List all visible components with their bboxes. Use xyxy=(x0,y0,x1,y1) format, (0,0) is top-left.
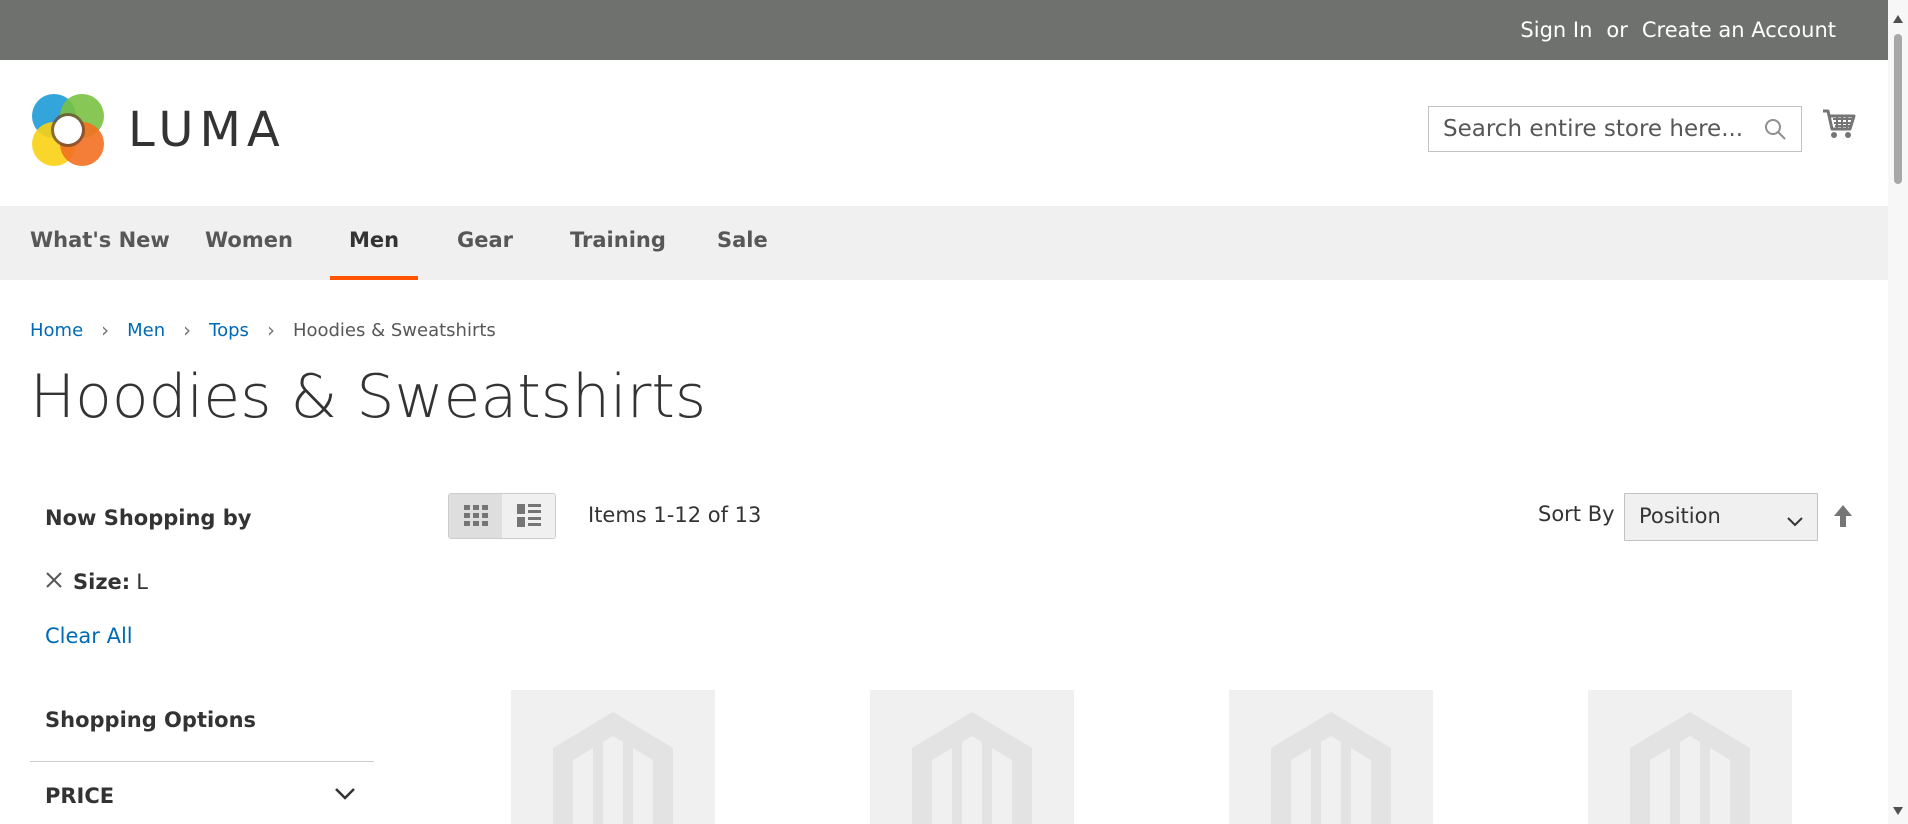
clear-all-link[interactable]: Clear All xyxy=(45,624,133,648)
main-nav: What's New Women Men Gear Training Sale xyxy=(0,206,1888,280)
cart-icon[interactable] xyxy=(1822,108,1856,144)
items-count: Items 1-12 of 13 xyxy=(588,503,762,527)
breadcrumb-current: Hoodies & Sweatshirts xyxy=(292,319,496,341)
product-image-placeholder[interactable] xyxy=(511,690,715,824)
grid-icon xyxy=(463,505,488,526)
sort-by-value: Position xyxy=(1639,504,1721,528)
nav-item-training[interactable]: Training xyxy=(570,206,666,280)
page-title: Hoodies & Sweatshirts xyxy=(30,362,707,432)
magento-placeholder-icon xyxy=(1271,712,1391,824)
breadcrumb: Home › Men › Tops › Hoodies & Sweatshirt… xyxy=(30,318,496,342)
create-account-link[interactable]: Create an Account xyxy=(1642,18,1836,42)
top-bar: Sign In or Create an Account xyxy=(0,0,1888,60)
logo-wordmark: LUMA xyxy=(128,102,286,158)
nav-item-women[interactable]: Women xyxy=(205,206,293,280)
sort-by-label: Sort By xyxy=(1538,502,1615,526)
breadcrumb-tops[interactable]: Tops xyxy=(209,320,249,341)
product-image-placeholder[interactable] xyxy=(1229,690,1433,824)
page-scrollbar[interactable] xyxy=(1888,0,1908,824)
view-mode-switcher xyxy=(448,493,556,539)
magento-placeholder-icon xyxy=(1630,712,1750,824)
product-image-placeholder[interactable] xyxy=(1588,690,1792,824)
shopping-options-title: Shopping Options xyxy=(45,708,257,732)
search-input[interactable] xyxy=(1429,107,1777,151)
list-icon xyxy=(516,504,541,527)
header: LUMA xyxy=(0,60,1888,206)
filter-value: L xyxy=(136,570,148,594)
list-view-button[interactable] xyxy=(502,494,555,538)
active-filter: Size: L xyxy=(45,570,148,594)
scrollbar-thumb[interactable] xyxy=(1894,34,1902,184)
nav-item-men[interactable]: Men xyxy=(330,206,419,280)
grid-view-button[interactable] xyxy=(449,494,502,538)
breadcrumb-separator-icon: › xyxy=(183,318,192,342)
or-text: or xyxy=(1606,18,1628,42)
nav-item-gear[interactable]: Gear xyxy=(457,206,513,280)
search-icon[interactable] xyxy=(1763,117,1787,145)
magento-placeholder-icon xyxy=(912,712,1032,824)
now-shopping-title: Now Shopping by xyxy=(45,506,252,530)
breadcrumb-separator-icon: › xyxy=(101,318,110,342)
filter-label: Size: xyxy=(73,570,131,594)
header-links: Sign In or Create an Account xyxy=(1520,0,1836,60)
sort-direction-arrow-icon[interactable] xyxy=(1833,504,1853,532)
nav-item-whats-new[interactable]: What's New xyxy=(30,206,170,280)
breadcrumb-separator-icon: › xyxy=(266,318,275,342)
luma-logo[interactable]: LUMA xyxy=(30,92,286,168)
sign-in-link[interactable]: Sign In xyxy=(1520,18,1592,42)
search-box xyxy=(1428,106,1802,152)
remove-filter-icon[interactable] xyxy=(45,570,63,594)
magento-placeholder-icon xyxy=(553,712,673,824)
chevron-down-icon xyxy=(334,786,356,805)
breadcrumb-men[interactable]: Men xyxy=(127,320,165,341)
breadcrumb-home[interactable]: Home xyxy=(30,320,83,341)
chevron-down-icon xyxy=(1787,512,1803,531)
product-image-placeholder[interactable] xyxy=(870,690,1074,824)
sort-by-select[interactable]: Position xyxy=(1624,493,1818,541)
scroll-down-arrow-icon[interactable] xyxy=(1893,800,1903,819)
luma-logo-icon xyxy=(32,94,104,166)
price-filter-label: PRICE xyxy=(45,784,115,808)
scroll-up-arrow-icon[interactable] xyxy=(1893,8,1903,27)
price-filter[interactable]: PRICE xyxy=(30,761,374,822)
nav-item-sale[interactable]: Sale xyxy=(717,206,768,280)
